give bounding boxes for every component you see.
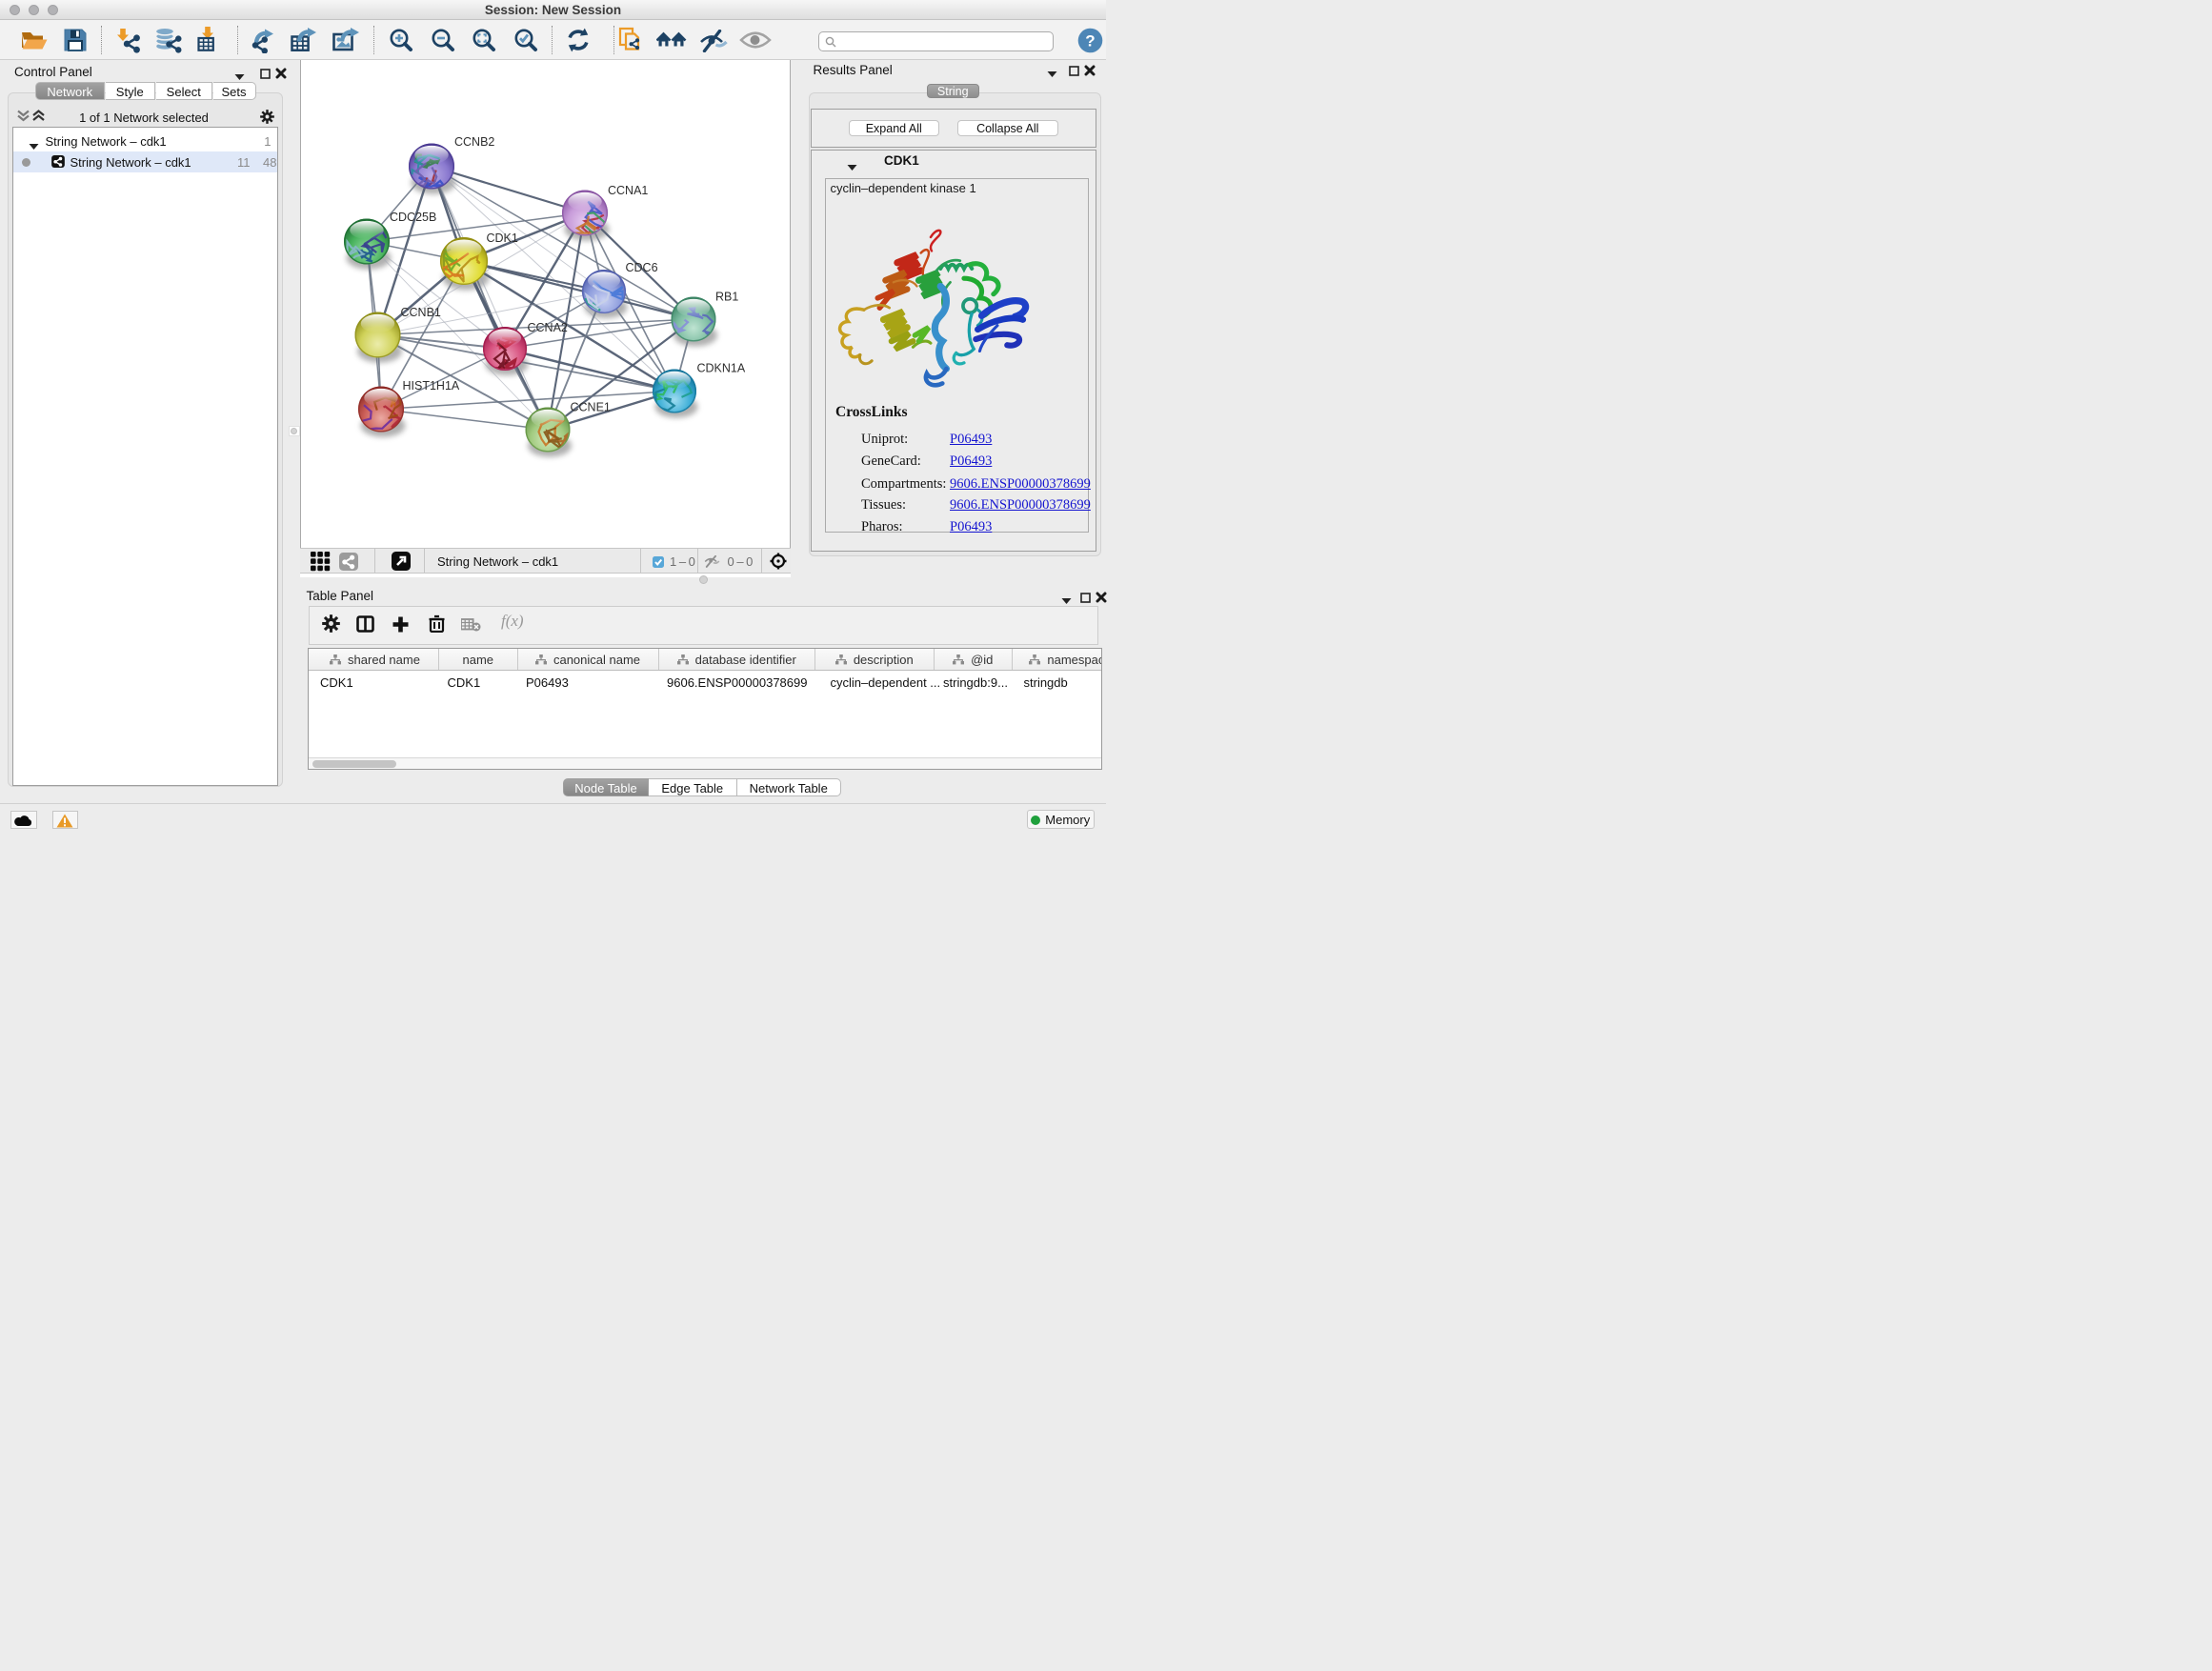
- svg-text:CDKN1A: CDKN1A: [697, 362, 746, 375]
- svg-text:?: ?: [1085, 32, 1095, 50]
- svg-text:CDC25B: CDC25B: [390, 211, 436, 224]
- svg-text:CCNA2: CCNA2: [528, 321, 568, 334]
- svg-text:CDK1: CDK1: [487, 232, 518, 245]
- svg-text:HIST1H1A: HIST1H1A: [403, 379, 460, 393]
- svg-text:RB1: RB1: [715, 291, 738, 304]
- svg-text:CDC6: CDC6: [626, 261, 658, 274]
- svg-text:CCNB2: CCNB2: [454, 135, 494, 149]
- svg-text:CCNB1: CCNB1: [401, 306, 441, 319]
- svg-text:CCNA1: CCNA1: [608, 184, 648, 197]
- svg-text:CCNE1: CCNE1: [571, 401, 611, 414]
